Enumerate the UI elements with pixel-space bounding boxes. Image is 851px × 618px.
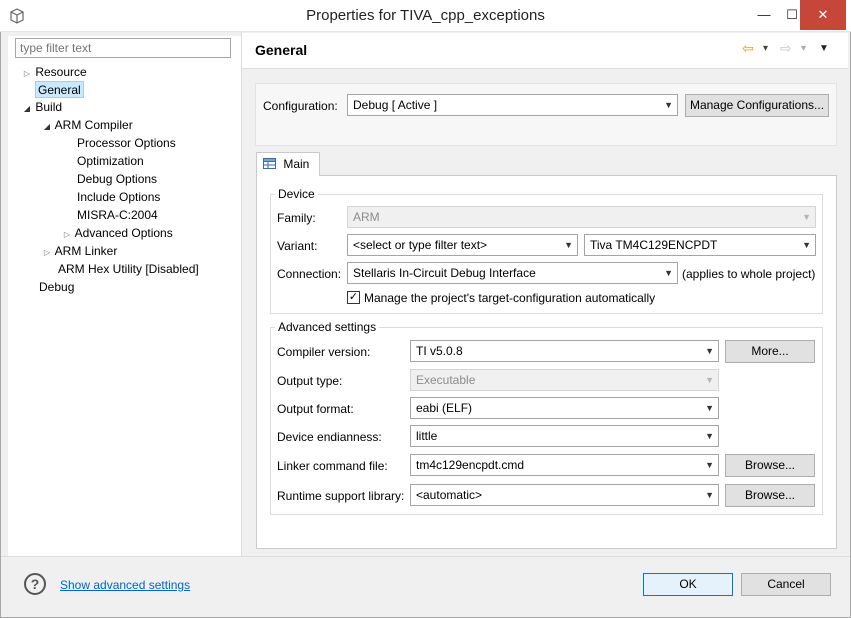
tree-item-resource[interactable]: ▷ Resource [22, 64, 87, 81]
output-format-label: Output format: [277, 402, 354, 416]
output-type-select: Executable ▼ [410, 369, 719, 391]
chevron-down-icon: ▼ [705, 375, 714, 385]
configuration-select[interactable]: Debug [ Active ] ▼ [347, 94, 678, 116]
manage-target-config-checkbox[interactable]: ✓ [347, 291, 360, 304]
tree-item-arm-compiler[interactable]: ◢ ARM Compiler [42, 117, 133, 134]
chevron-down-icon: ▼ [802, 240, 811, 250]
close-button[interactable]: ✕ [800, 0, 846, 30]
tree-item-build[interactable]: ◢ Build [22, 99, 62, 116]
configuration-label: Configuration: [263, 99, 338, 113]
chevron-down-icon: ▼ [802, 212, 811, 222]
connection-note: (applies to whole project) [682, 267, 816, 281]
chevron-down-icon: ▼ [664, 100, 673, 110]
family-label: Family: [277, 211, 316, 225]
more-button[interactable]: More... [725, 340, 815, 363]
tree-item-advanced-options[interactable]: ▷ Advanced Options [62, 225, 173, 242]
variant-filter-select[interactable]: <select or type filter text> ▼ [347, 234, 578, 256]
forward-dropdown-icon[interactable]: ▾ [801, 43, 806, 54]
tree-item-misra[interactable]: MISRA-C:2004 [77, 207, 158, 224]
page-header [242, 33, 848, 69]
tree-item-arm-linker[interactable]: ▷ ARM Linker [42, 243, 117, 260]
family-select: ARM ▼ [347, 206, 816, 228]
show-advanced-settings-link[interactable]: Show advanced settings [60, 578, 190, 592]
back-dropdown-icon[interactable]: ▾ [763, 43, 768, 54]
device-endianness-select[interactable]: little ▼ [410, 425, 719, 447]
expand-icon[interactable]: ▷ [22, 65, 32, 82]
output-type-label: Output type: [277, 374, 343, 388]
linker-command-file-label: Linker command file: [277, 459, 388, 473]
tree-item-include-options[interactable]: Include Options [77, 189, 160, 206]
help-icon[interactable]: ? [24, 573, 46, 595]
compiler-version-label: Compiler version: [277, 345, 371, 359]
connection-select[interactable]: Stellaris In-Circuit Debug Interface ▼ [347, 262, 678, 284]
output-format-select[interactable]: eabi (ELF) ▼ [410, 397, 719, 419]
device-endianness-label: Device endianness: [277, 430, 382, 444]
collapse-icon[interactable]: ◢ [42, 118, 52, 135]
expand-icon[interactable]: ▷ [62, 226, 72, 243]
advanced-settings-title: Advanced settings [275, 320, 380, 334]
linker-command-file-input[interactable]: tm4c129encpdt.cmd ▼ [410, 454, 719, 476]
browse-runtime-button[interactable]: Browse... [725, 484, 815, 507]
tree-item-debug-options[interactable]: Debug Options [77, 171, 157, 188]
runtime-library-label: Runtime support library: [277, 489, 405, 503]
chevron-down-icon: ▼ [705, 431, 714, 441]
filter-input[interactable] [15, 38, 231, 58]
runtime-library-select[interactable]: <automatic> ▼ [410, 484, 719, 506]
tree-item-optimization[interactable]: Optimization [77, 153, 144, 170]
chevron-down-icon: ▼ [664, 268, 673, 278]
back-icon[interactable]: ⇦ [742, 40, 754, 57]
collapse-icon[interactable]: ◢ [22, 100, 32, 117]
tree-item-processor-options[interactable]: Processor Options [77, 135, 176, 152]
table-icon [263, 158, 276, 169]
cancel-button[interactable]: Cancel [741, 573, 831, 596]
chevron-down-icon: ▼ [705, 403, 714, 413]
tree-item-debug[interactable]: Debug [39, 279, 74, 296]
chevron-down-icon: ▼ [705, 490, 714, 500]
manage-configurations-button[interactable]: Manage Configurations... [685, 94, 829, 117]
forward-icon[interactable]: ⇨ [780, 40, 792, 57]
tree-item-arm-hex-utility[interactable]: ARM Hex Utility [Disabled] [58, 261, 199, 278]
chevron-down-icon: ▼ [564, 240, 573, 250]
connection-label: Connection: [277, 267, 342, 281]
tab-main[interactable]: Main [256, 152, 320, 176]
device-group-title: Device [275, 187, 318, 201]
chevron-down-icon: ▼ [705, 346, 714, 356]
manage-target-config-label: Manage the project's target-configuratio… [364, 291, 656, 305]
minimize-button[interactable]: — [750, 0, 778, 30]
variant-select[interactable]: Tiva TM4C129ENCPDT ▼ [584, 234, 816, 256]
page-title: General [255, 42, 308, 58]
chevron-down-icon: ▼ [705, 460, 714, 470]
window-title: Properties for TIVA_cpp_exceptions [306, 7, 545, 24]
footer-separator [1, 556, 850, 557]
view-menu-icon[interactable]: ▼ [819, 43, 829, 54]
ok-button[interactable]: OK [643, 573, 733, 596]
browse-linker-button[interactable]: Browse... [725, 454, 815, 477]
compiler-version-select[interactable]: TI v5.0.8 ▼ [410, 340, 719, 362]
tree-item-general[interactable]: General [35, 81, 84, 98]
variant-label: Variant: [277, 239, 318, 253]
expand-icon[interactable]: ▷ [42, 244, 52, 261]
